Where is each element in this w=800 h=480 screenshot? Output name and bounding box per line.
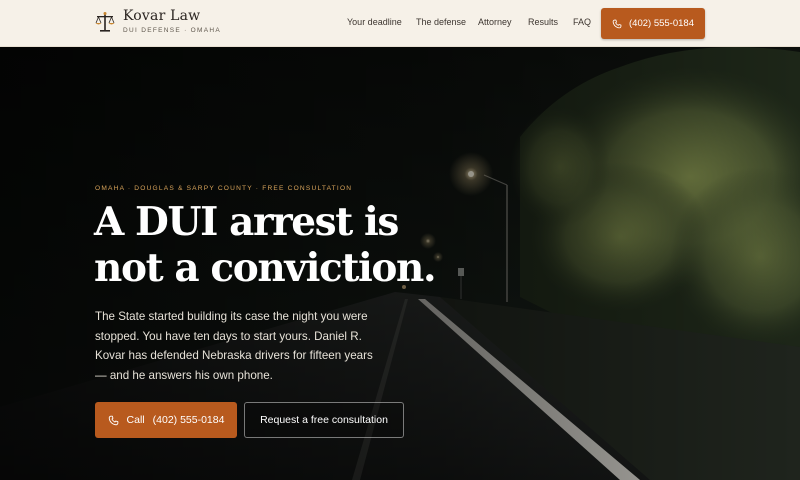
hero-call-label: Call (126, 414, 145, 426)
nav-link-attorney[interactable]: Attorney (478, 17, 512, 27)
headline-line-1: A DUI arrest is (94, 199, 399, 245)
nav-link-faq[interactable]: FAQ (573, 17, 591, 27)
hero-lede: The State started building its case the … (95, 310, 373, 382)
header-call-button[interactable]: (402) 555-0184 (601, 8, 705, 39)
hero-headline: A DUI arrest is not a conviction. (94, 199, 454, 291)
hero-call-button[interactable]: Call (402) 555-0184 (95, 402, 237, 438)
phone-icon (108, 415, 118, 425)
nav-link-the-defense[interactable]: The defense (416, 17, 466, 27)
headline-line-2: not a conviction. (94, 245, 437, 291)
hero-eyebrow: OMAHA · DOUGLAS & SARPY COUNTY · FREE CO… (95, 185, 353, 192)
header-call-number: (402) 555-0184 (629, 18, 694, 29)
request-consultation-button[interactable]: Request a free consultation (244, 402, 404, 438)
request-consultation-label: Request a free consultation (260, 414, 388, 426)
nav-link-your-deadline[interactable]: Your deadline (347, 17, 402, 27)
nav-link-results[interactable]: Results (528, 17, 558, 27)
phone-icon (612, 19, 622, 28)
site-header: Kovar Law DUI DEFENSE · OMAHA Your deadl… (0, 0, 800, 47)
brand-tagline: DUI DEFENSE · OMAHA (123, 27, 222, 34)
scales-of-justice-icon (95, 12, 115, 32)
hero-call-number: (402) 555-0184 (152, 414, 225, 426)
brand-name: Kovar Law (123, 8, 201, 24)
brand-logo[interactable]: Kovar Law DUI DEFENSE · OMAHA (95, 8, 221, 34)
